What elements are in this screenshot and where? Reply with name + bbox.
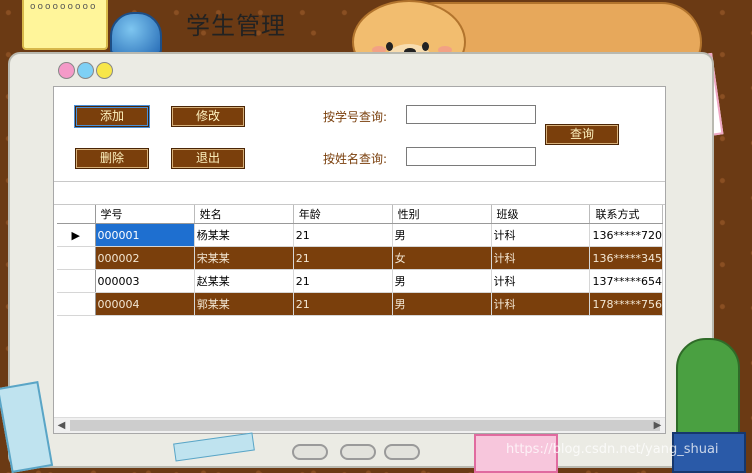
chevron-right-icon[interactable]: ▶: [650, 418, 665, 433]
cell-gender[interactable]: 男: [392, 269, 492, 293]
cell-age[interactable]: 21: [293, 223, 393, 247]
blue-dot-icon: [77, 62, 94, 79]
cell-class[interactable]: 计科: [491, 246, 591, 270]
table-row[interactable]: 000002 宋某某 21 女 计科 136*****345: [57, 246, 663, 270]
window-dots: [58, 62, 113, 79]
row-header[interactable]: [57, 269, 96, 293]
column-header-contact[interactable]: 联系方式: [589, 205, 663, 224]
toolbar-panel: 添加 修改 删除 退出 按学号查询: 按姓名查询: 查询: [54, 87, 665, 182]
triangle-right-icon[interactable]: ▶: [57, 223, 96, 247]
nav-pill-left-decoration: [292, 444, 328, 460]
search-by-id-input[interactable]: [406, 105, 536, 124]
cell-name[interactable]: 赵某某: [194, 269, 294, 293]
column-header-gender[interactable]: 性别: [392, 205, 492, 224]
column-header-student-id[interactable]: 学号: [95, 205, 195, 224]
cell-age[interactable]: 21: [293, 292, 393, 316]
delete-button[interactable]: 删除: [75, 148, 149, 169]
edit-button[interactable]: 修改: [171, 106, 245, 127]
nav-pill-right-decoration: [384, 444, 420, 460]
column-header-class[interactable]: 班级: [491, 205, 591, 224]
grid-header-row: 学号 姓名 年龄 性别 班级 联系方式: [57, 205, 663, 224]
cell-student-id[interactable]: 000001: [95, 223, 195, 247]
cell-contact[interactable]: 178*****756: [589, 292, 663, 316]
student-management-window: 添加 修改 删除 退出 按学号查询: 按姓名查询: 查询 学号 姓名 年龄 性别…: [53, 86, 666, 434]
cell-name[interactable]: 宋某某: [194, 246, 294, 270]
cell-class[interactable]: 计科: [491, 292, 591, 316]
search-by-id-label: 按学号查询:: [323, 110, 388, 124]
pink-dot-icon: [58, 62, 75, 79]
cell-student-id[interactable]: 000002: [95, 246, 195, 270]
chevron-left-icon[interactable]: ◀: [54, 418, 69, 433]
cell-class[interactable]: 计科: [491, 223, 591, 247]
row-header[interactable]: [57, 292, 96, 316]
cell-contact[interactable]: 137*****654: [589, 269, 663, 293]
cell-gender[interactable]: 男: [392, 292, 492, 316]
cell-class[interactable]: 计科: [491, 269, 591, 293]
cell-student-id[interactable]: 000004: [95, 292, 195, 316]
horizontal-scrollbar[interactable]: ◀ ▶: [54, 417, 665, 433]
cell-name[interactable]: 郭某某: [194, 292, 294, 316]
query-button[interactable]: 查询: [545, 124, 619, 145]
cell-contact[interactable]: 136*****720: [589, 223, 663, 247]
add-button[interactable]: 添加: [75, 106, 149, 127]
column-header-name[interactable]: 姓名: [194, 205, 294, 224]
cell-gender[interactable]: 男: [392, 223, 492, 247]
cell-student-id[interactable]: 000003: [95, 269, 195, 293]
nav-pill-middle-decoration: [340, 444, 376, 460]
spacer-bar: [54, 182, 665, 205]
table-row[interactable]: 000004 郭某某 21 男 计科 178*****756: [57, 292, 663, 316]
cactus-decoration: [676, 338, 740, 442]
row-header[interactable]: [57, 246, 96, 270]
search-by-name-label: 按姓名查询:: [323, 152, 388, 166]
cell-name[interactable]: 杨某某: [194, 223, 294, 247]
cell-age[interactable]: 21: [293, 246, 393, 270]
exit-button[interactable]: 退出: [171, 148, 245, 169]
watermark-text: https://blog.csdn.net/yang_shuai: [506, 442, 719, 457]
globe-decoration: [110, 12, 162, 54]
cell-age[interactable]: 21: [293, 269, 393, 293]
scrollbar-thumb[interactable]: [70, 420, 660, 431]
cell-gender[interactable]: 女: [392, 246, 492, 270]
table-row[interactable]: ▶ 000001 杨某某 21 男 计科 136*****720: [57, 223, 663, 247]
yellow-dot-icon: [96, 62, 113, 79]
corner-header: [57, 205, 96, 224]
student-data-grid[interactable]: 学号 姓名 年龄 性别 班级 联系方式 ▶ 000001 杨某某 21 男 计科…: [57, 205, 663, 415]
cell-contact[interactable]: 136*****345: [589, 246, 663, 270]
notepad-decoration: ooooooooo: [22, 0, 108, 50]
page-title: 学生管理: [186, 12, 286, 40]
table-row[interactable]: 000003 赵某某 21 男 计科 137*****654: [57, 269, 663, 293]
column-header-age[interactable]: 年龄: [293, 205, 393, 224]
search-by-name-input[interactable]: [406, 147, 536, 166]
